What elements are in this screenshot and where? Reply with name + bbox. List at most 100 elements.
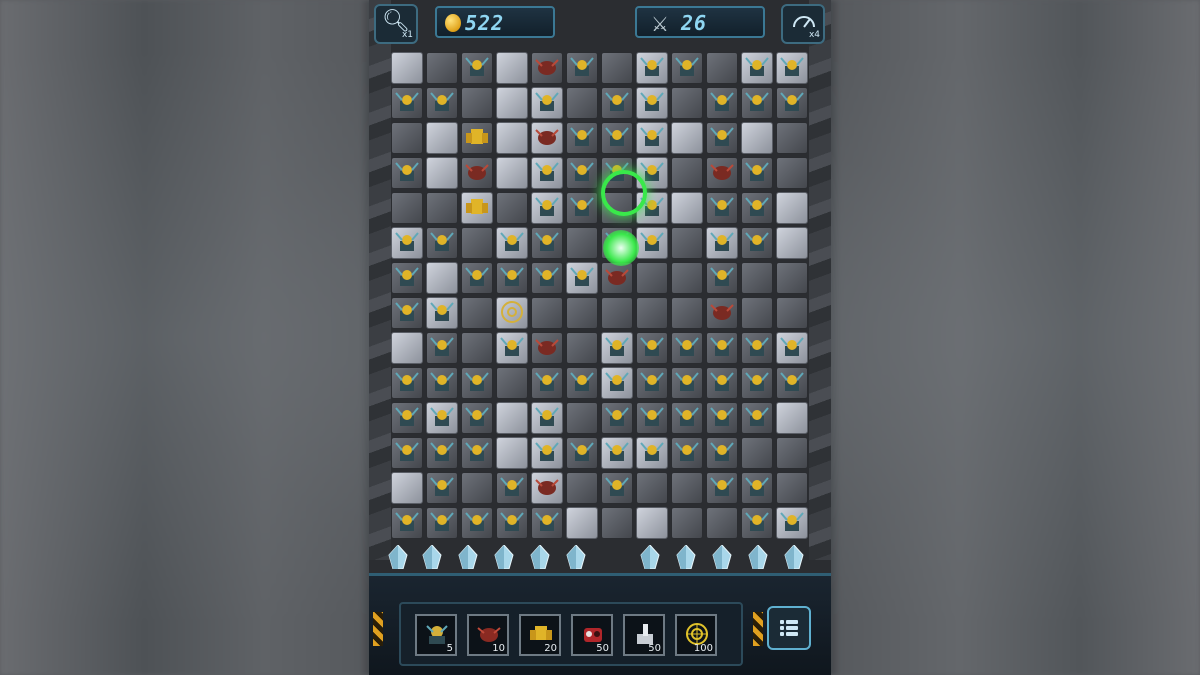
grid-tile[interactable] [776, 192, 808, 224]
grid-tile[interactable] [776, 437, 808, 469]
soldier-mech-unit[interactable] [499, 509, 525, 535]
soldier-mech-unit[interactable] [534, 229, 560, 255]
soldier-mech-unit[interactable] [429, 439, 455, 465]
soldier-mech-unit[interactable] [534, 369, 560, 395]
grid-tile[interactable] [566, 297, 598, 329]
soldier-mech-unit[interactable] [709, 264, 735, 290]
soldier-mech-unit[interactable] [394, 369, 420, 395]
soldier-mech-unit[interactable] [744, 89, 770, 115]
shop-slot-red-crab-bot[interactable]: 10 [467, 614, 509, 656]
soldier-mech-unit[interactable] [499, 264, 525, 290]
soldier-mech-unit[interactable] [639, 229, 665, 255]
soldier-mech-unit[interactable] [674, 334, 700, 360]
grid-tile[interactable] [496, 402, 528, 434]
soldier-mech-unit[interactable] [674, 54, 700, 80]
grid-tile[interactable] [391, 472, 423, 504]
shop-slot-red-heavy-bot[interactable]: 50 [571, 614, 613, 656]
soldier-mech-unit[interactable] [464, 509, 490, 535]
soldier-mech-unit[interactable] [394, 264, 420, 290]
soldier-mech-unit[interactable] [744, 229, 770, 255]
soldier-mech-unit[interactable] [604, 369, 630, 395]
grid-tile[interactable] [706, 507, 738, 539]
soldier-mech-unit[interactable] [429, 334, 455, 360]
grid-tile[interactable] [566, 507, 598, 539]
grid-tile[interactable] [671, 192, 703, 224]
soldier-mech-unit[interactable] [744, 159, 770, 185]
grid-tile[interactable] [566, 402, 598, 434]
soldier-mech-unit[interactable] [534, 509, 560, 535]
soldier-mech-unit[interactable] [709, 229, 735, 255]
grid-tile[interactable] [741, 437, 773, 469]
shop-slot-soldier-mech[interactable]: 5 [415, 614, 457, 656]
grid-tile[interactable] [566, 472, 598, 504]
grid-tile[interactable] [461, 472, 493, 504]
soldier-mech-unit[interactable] [394, 404, 420, 430]
soldier-mech-unit[interactable] [604, 89, 630, 115]
grid-tile[interactable] [461, 332, 493, 364]
soldier-mech-unit[interactable] [534, 439, 560, 465]
grid-tile[interactable] [391, 332, 423, 364]
soldier-mech-unit[interactable] [429, 229, 455, 255]
soldier-mech-unit[interactable] [429, 509, 455, 535]
soldier-mech-unit[interactable] [674, 404, 700, 430]
soldier-mech-unit[interactable] [779, 509, 805, 535]
soldier-mech-unit[interactable] [674, 369, 700, 395]
grid-tile[interactable] [671, 262, 703, 294]
soldier-mech-unit[interactable] [709, 124, 735, 150]
red-crab-bot-unit[interactable] [534, 124, 560, 150]
red-crab-bot-unit[interactable] [534, 334, 560, 360]
soldier-mech-unit[interactable] [744, 369, 770, 395]
soldier-mech-unit[interactable] [569, 159, 595, 185]
soldier-mech-unit[interactable] [604, 334, 630, 360]
grid-tile[interactable] [426, 262, 458, 294]
grid-tile[interactable] [776, 157, 808, 189]
grid-tile[interactable] [706, 52, 738, 84]
grid-tile[interactable] [496, 87, 528, 119]
grid-tile[interactable] [671, 227, 703, 259]
grid-tile[interactable] [776, 262, 808, 294]
soldier-mech-unit[interactable] [674, 439, 700, 465]
soldier-mech-unit[interactable] [604, 124, 630, 150]
grid-tile[interactable] [776, 402, 808, 434]
soldier-mech-unit[interactable] [709, 334, 735, 360]
grid-tile[interactable] [776, 122, 808, 154]
grid-tile[interactable] [601, 52, 633, 84]
grid-tile[interactable] [531, 297, 563, 329]
soldier-mech-unit[interactable] [639, 369, 665, 395]
soldier-mech-unit[interactable] [394, 89, 420, 115]
grid-tile[interactable] [741, 297, 773, 329]
soldier-mech-unit[interactable] [534, 159, 560, 185]
soldier-mech-unit[interactable] [429, 89, 455, 115]
soldier-mech-unit[interactable] [394, 299, 420, 325]
grid-tile[interactable] [601, 507, 633, 539]
grid-tile[interactable] [671, 297, 703, 329]
soldier-mech-unit[interactable] [639, 334, 665, 360]
grid-tile[interactable] [601, 297, 633, 329]
soldier-mech-unit[interactable] [709, 369, 735, 395]
grid-tile[interactable] [776, 297, 808, 329]
soldier-mech-unit[interactable] [464, 264, 490, 290]
grid-tile[interactable] [636, 297, 668, 329]
soldier-mech-unit[interactable] [394, 159, 420, 185]
grid-tile[interactable] [391, 192, 423, 224]
shop-slot-cannon-turret[interactable]: 50 [623, 614, 665, 656]
grid-tile[interactable] [566, 332, 598, 364]
soldier-mech-unit[interactable] [569, 194, 595, 220]
grid-tile[interactable] [391, 122, 423, 154]
soldier-mech-unit[interactable] [534, 194, 560, 220]
red-crab-bot-unit[interactable] [534, 54, 560, 80]
grid-tile[interactable] [496, 437, 528, 469]
red-crab-bot-unit[interactable] [464, 159, 490, 185]
grid-tile[interactable] [776, 227, 808, 259]
grid-tile[interactable] [426, 52, 458, 84]
soldier-mech-unit[interactable] [394, 439, 420, 465]
menu-button[interactable] [767, 606, 811, 650]
red-crab-bot-unit[interactable] [534, 474, 560, 500]
soldier-mech-unit[interactable] [639, 404, 665, 430]
zoom-button[interactable]: 🔍︎ x1 [374, 4, 418, 44]
soldier-mech-unit[interactable] [744, 194, 770, 220]
soldier-mech-unit[interactable] [569, 124, 595, 150]
soldier-mech-unit[interactable] [639, 124, 665, 150]
battle-grid[interactable] [391, 52, 809, 548]
soldier-mech-unit[interactable] [709, 404, 735, 430]
